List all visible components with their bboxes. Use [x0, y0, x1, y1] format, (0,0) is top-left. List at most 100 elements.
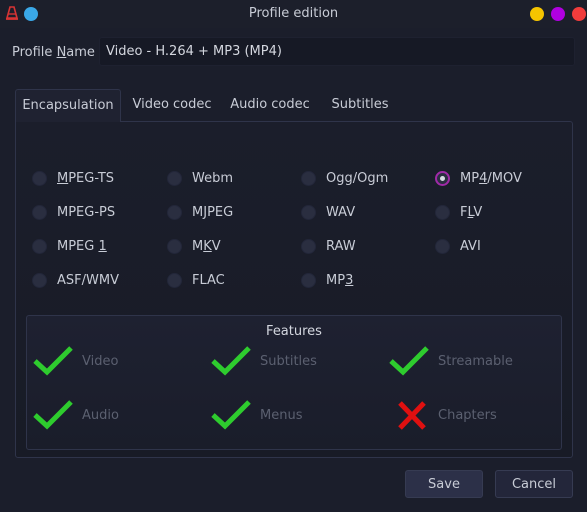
maximize-button[interactable] — [551, 7, 565, 21]
radio-label: RAW — [326, 239, 356, 254]
radio-option-ogg-ogm[interactable]: Ogg/Ogm — [301, 169, 388, 187]
radio-unchecked-icon[interactable] — [32, 170, 47, 186]
label-text: /MOV — [487, 170, 522, 186]
mnemonic-char: 3 — [345, 272, 354, 288]
radio-option-wav[interactable]: WAV — [301, 203, 355, 221]
label-text: AVI — [460, 238, 481, 254]
radio-option-raw[interactable]: RAW — [301, 237, 356, 255]
mnemonic-char: K — [203, 238, 212, 254]
encapsulation-pane: MPEG-TS Webm Ogg/Ogm MP4/MOV MPEG-PS MJPEG WAV… — [15, 121, 573, 458]
radio-label: Webm — [192, 171, 233, 186]
label-text: M — [192, 238, 204, 254]
radio-unchecked-icon[interactable] — [32, 272, 47, 288]
tab-video-codec[interactable]: Video codec — [125, 89, 219, 122]
radio-label: MPEG-PS — [57, 205, 115, 220]
radio-option-mkv[interactable]: MKV — [167, 237, 221, 255]
radio-checked-icon[interactable] — [435, 170, 450, 186]
label-text: MPEG — [57, 238, 99, 254]
mnemonic-char: M — [57, 170, 69, 186]
label-text: Profile — [12, 45, 57, 60]
radio-label: MP3 — [326, 273, 353, 288]
dialog-content: Profile Name Encapsulation Video codec A… — [0, 28, 587, 512]
label-text: V — [211, 238, 221, 254]
checkmark-icon — [33, 400, 73, 430]
radio-option-webm[interactable]: Webm — [167, 169, 233, 187]
tab-subtitles[interactable]: Subtitles — [321, 89, 399, 122]
radio-label: MKV — [192, 239, 221, 254]
radio-option-mpeg-1[interactable]: MPEG 1 — [32, 237, 107, 255]
label-text: ASF/WMV — [57, 272, 119, 288]
save-button[interactable]: Save — [405, 470, 483, 498]
radio-unchecked-icon[interactable] — [32, 204, 47, 220]
radio-unchecked-icon[interactable] — [435, 238, 450, 254]
features-title: Features — [266, 324, 322, 339]
radio-option-flv[interactable]: FLV — [435, 203, 482, 221]
radio-unchecked-icon[interactable] — [301, 204, 316, 220]
cancel-button[interactable]: Cancel — [495, 470, 573, 498]
radio-unchecked-icon[interactable] — [301, 238, 316, 254]
radio-label: ASF/WMV — [57, 273, 119, 288]
label-text: FLAC — [192, 272, 225, 288]
radio-option-mpeg-ps[interactable]: MPEG-PS — [32, 203, 115, 221]
label-text: Ogg/Ogm — [326, 170, 389, 186]
label-text: PEG-TS — [68, 170, 115, 186]
mnemonic-char: 1 — [98, 238, 107, 254]
label-text: M — [192, 204, 204, 220]
radio-option-mp3[interactable]: MP3 — [301, 271, 353, 289]
feature-audio: Audio — [32, 398, 119, 432]
radio-unchecked-icon[interactable] — [167, 272, 182, 288]
profile-name-label: Profile Name — [12, 45, 95, 60]
title-bar: Profile edition — [0, 0, 587, 28]
label-text: V — [473, 204, 483, 220]
radio-option-mjpeg[interactable]: MJPEG — [167, 203, 233, 221]
tab-audio-codec[interactable]: Audio codec — [223, 89, 317, 122]
radio-label: MJPEG — [192, 205, 233, 220]
radio-unchecked-icon[interactable] — [301, 170, 316, 186]
radio-option-mpeg-ts[interactable]: MPEG-TS — [32, 169, 114, 187]
radio-unchecked-icon[interactable] — [32, 238, 47, 254]
label-mnemonic: N — [56, 45, 67, 60]
radio-label: FLAC — [192, 273, 225, 288]
minimize-button[interactable] — [530, 7, 544, 21]
close-button[interactable] — [572, 7, 586, 21]
radio-unchecked-icon[interactable] — [301, 272, 316, 288]
label-text: RAW — [326, 238, 356, 254]
label-text: ame — [66, 45, 95, 60]
radio-label: MPEG-TS — [57, 171, 114, 186]
radio-label: MPEG 1 — [57, 239, 107, 254]
cross-icon — [398, 401, 426, 430]
feature-label: Video — [82, 353, 119, 369]
feature-menus: Menus — [210, 398, 302, 432]
feature-streamable: Streamable — [388, 344, 513, 378]
tab-encapsulation[interactable]: Encapsulation — [15, 89, 121, 122]
label-text: PEG — [207, 204, 234, 220]
radio-label: WAV — [326, 205, 355, 220]
feature-subtitles: Subtitles — [210, 344, 317, 378]
checkmark-icon — [211, 346, 251, 376]
feature-label: Chapters — [438, 407, 497, 423]
feature-chapters: Chapters — [388, 398, 497, 432]
feature-label: Audio — [82, 407, 119, 423]
checkmark-icon — [389, 346, 429, 376]
feature-video: Video — [32, 344, 118, 378]
radio-label: FLV — [460, 205, 482, 220]
radio-option-avi[interactable]: AVI — [435, 237, 481, 255]
radio-unchecked-icon[interactable] — [167, 238, 182, 254]
label-text: MP — [326, 272, 346, 288]
radio-unchecked-icon[interactable] — [167, 170, 182, 186]
radio-option-mp4-mov[interactable]: MP4/MOV — [435, 169, 522, 187]
label-text: Webm — [192, 170, 234, 186]
radio-option-flac[interactable]: FLAC — [167, 271, 225, 289]
window-title: Profile edition — [248, 6, 339, 21]
radio-label: MP4/MOV — [460, 171, 522, 186]
profile-name-input[interactable] — [99, 37, 575, 66]
checkmark-icon — [211, 400, 251, 430]
radio-unchecked-icon[interactable] — [435, 204, 450, 220]
radio-option-asf-wmv[interactable]: ASF/WMV — [32, 271, 119, 289]
label-text: WAV — [326, 204, 356, 220]
checkmark-icon — [33, 346, 73, 376]
feature-label: Subtitles — [260, 353, 317, 369]
radio-unchecked-icon[interactable] — [167, 204, 182, 220]
radio-label: Ogg/Ogm — [326, 171, 388, 186]
features-group: Features Video Subtitles Streamable Audio Me… — [26, 315, 562, 450]
